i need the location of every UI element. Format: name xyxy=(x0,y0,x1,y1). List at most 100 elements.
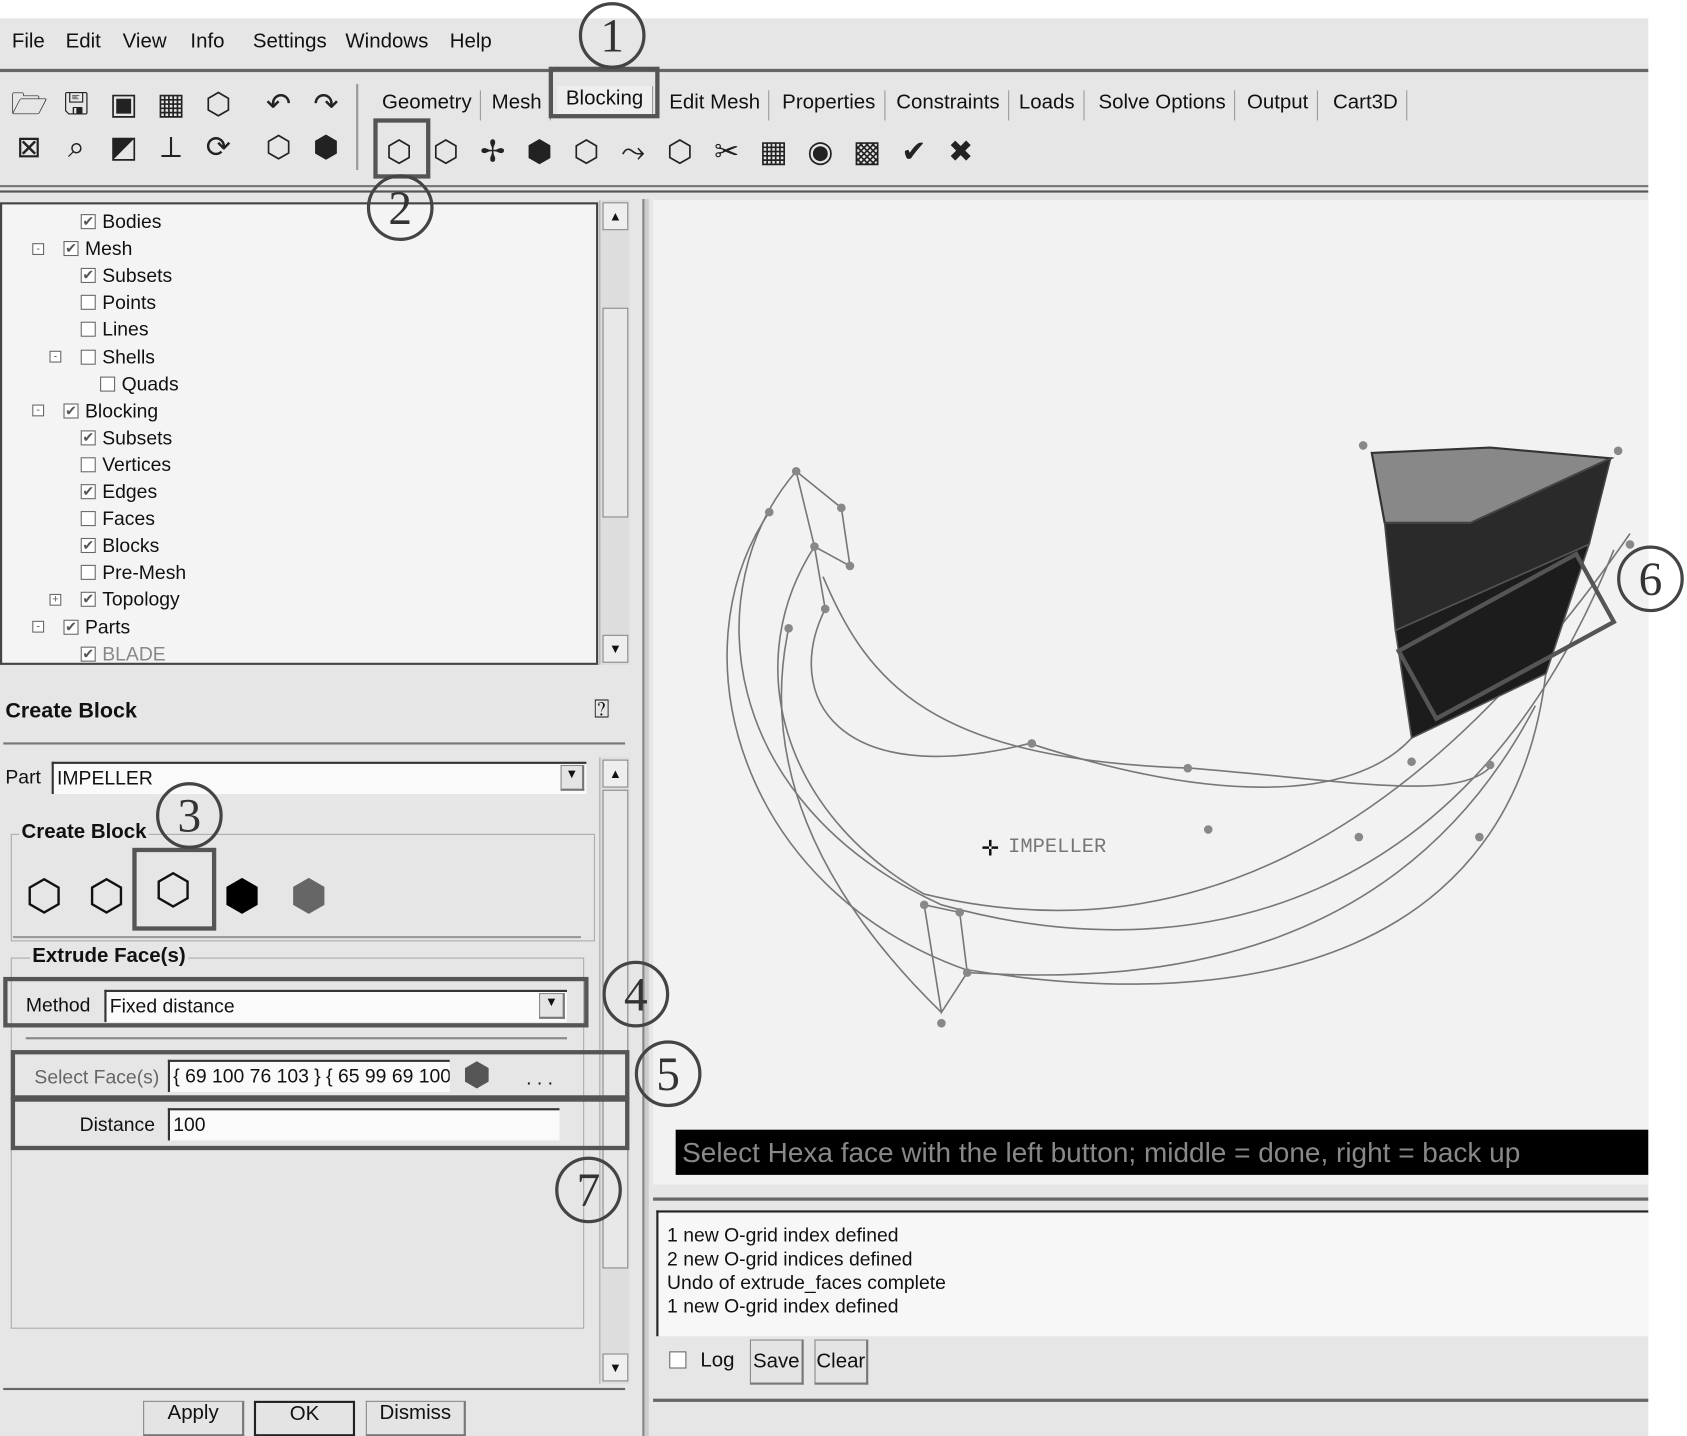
visibility-checkbox[interactable] xyxy=(80,322,96,338)
expander-icon[interactable]: - xyxy=(32,242,45,255)
scroll-up-button[interactable]: ▲ xyxy=(602,202,629,231)
menu-file[interactable]: File xyxy=(12,30,45,54)
visibility-checkbox[interactable]: ✔ xyxy=(80,214,96,230)
apply-button[interactable]: Apply xyxy=(143,1400,245,1436)
visibility-checkbox[interactable]: ✔ xyxy=(80,484,96,500)
initialize-block-icon[interactable]: ⬡ xyxy=(17,867,71,925)
transform-blocks-icon[interactable]: ⬡ xyxy=(662,133,699,170)
tree-item[interactable]: ✔ Blocks xyxy=(49,533,159,559)
log-checkbox[interactable] xyxy=(669,1351,687,1369)
scroll-down-button[interactable]: ▼ xyxy=(602,1353,629,1382)
scroll-up-button[interactable]: ▲ xyxy=(602,759,629,788)
visibility-checkbox[interactable]: ✔ xyxy=(80,646,96,662)
tree-item[interactable]: + ✔ Topology xyxy=(49,587,180,613)
merge-vertices-icon[interactable]: ✢ xyxy=(474,133,511,170)
delete-block-icon[interactable]: ✖ xyxy=(942,133,979,170)
solid-shade-icon[interactable]: ⬢ xyxy=(308,129,345,166)
tree-item[interactable]: Lines xyxy=(49,317,149,343)
pre-mesh-quality-icon[interactable]: ◉ xyxy=(802,133,839,170)
tree-item[interactable]: ✔ Bodies xyxy=(49,209,161,235)
expander-icon[interactable]: - xyxy=(32,620,45,633)
split-block-icon[interactable]: ⬡ xyxy=(428,133,465,170)
save-button[interactable]: Save xyxy=(749,1339,804,1385)
tree-scrollbar[interactable]: ▲ ▼ xyxy=(599,200,630,665)
tab-loads[interactable]: Loads xyxy=(1010,90,1085,121)
tab-solve-options[interactable]: Solve Options xyxy=(1090,90,1236,121)
lcs-icon[interactable]: ⟂ xyxy=(153,129,190,166)
help-icon[interactable]: ⍰ xyxy=(594,695,609,725)
from-vertices-icon[interactable]: ⬡ xyxy=(80,867,134,925)
undo-icon[interactable]: ↶ xyxy=(260,86,297,123)
pre-mesh-params-icon[interactable]: ▦ xyxy=(755,133,792,170)
check-blocks-icon[interactable]: ✔ xyxy=(896,133,933,170)
wireframe-shade-icon[interactable]: ⬡ xyxy=(260,129,297,166)
visibility-checkbox[interactable] xyxy=(80,565,96,581)
redo-icon[interactable]: ↷ xyxy=(308,86,345,123)
expander-icon[interactable]: - xyxy=(32,404,45,417)
menu-settings[interactable]: Settings xyxy=(253,30,327,54)
menu-help[interactable]: Help xyxy=(450,30,492,54)
scroll-down-button[interactable]: ▼ xyxy=(602,634,629,663)
tab-mesh[interactable]: Mesh xyxy=(483,90,552,121)
visibility-checkbox[interactable]: ✔ xyxy=(63,619,79,635)
tree-item[interactable]: ✔ Subsets xyxy=(49,425,172,451)
visibility-checkbox[interactable] xyxy=(80,511,96,527)
ok-button[interactable]: OK xyxy=(253,1400,356,1436)
blocking-save-icon[interactable]: ⬡ xyxy=(200,86,237,123)
visibility-checkbox[interactable] xyxy=(80,457,96,473)
tree-item[interactable]: - ✔ Blocking xyxy=(32,398,158,424)
clear-button[interactable]: Clear xyxy=(814,1339,869,1385)
tree-item[interactable]: Points xyxy=(49,290,156,316)
move-vertex-icon[interactable]: ⤳ xyxy=(615,133,652,170)
chevron-down-icon[interactable]: ▼ xyxy=(560,764,585,791)
visibility-checkbox[interactable]: ✔ xyxy=(63,403,79,419)
tree-item[interactable]: Vertices xyxy=(49,452,171,478)
fit-window-icon[interactable]: ⊠ xyxy=(11,129,48,166)
zoom-icon[interactable]: ⌕ xyxy=(58,129,95,166)
visibility-checkbox[interactable]: ✔ xyxy=(80,538,96,554)
measure-icon[interactable]: ◩ xyxy=(105,129,142,166)
menu-view[interactable]: View xyxy=(123,30,167,54)
tree-item[interactable]: ✔ Edges xyxy=(49,479,157,505)
tab-properties[interactable]: Properties xyxy=(774,90,886,121)
3d-from-2d-icon[interactable]: ⬢ xyxy=(282,867,336,925)
menu-edit[interactable]: Edit xyxy=(66,30,101,54)
edit-edge-icon[interactable]: ✂ xyxy=(708,133,745,170)
tab-geometry[interactable]: Geometry xyxy=(373,90,482,121)
tree-item[interactable]: Quads xyxy=(69,371,179,397)
visibility-checkbox[interactable]: ✔ xyxy=(63,241,79,257)
open-folder-icon[interactable]: 🗁 xyxy=(11,86,48,123)
edit-block-icon[interactable]: ⬢ xyxy=(521,133,558,170)
visibility-checkbox[interactable]: ✔ xyxy=(80,268,96,284)
expander-icon[interactable]: - xyxy=(49,350,62,363)
visibility-checkbox[interactable] xyxy=(80,349,96,365)
menu-windows[interactable]: Windows xyxy=(345,30,428,54)
tree-item[interactable]: ✔ Subsets xyxy=(49,263,172,289)
geometry-save-icon[interactable]: ▣ xyxy=(105,86,142,123)
tree-item[interactable]: Faces xyxy=(49,506,155,532)
refresh-icon[interactable]: ⟳ xyxy=(200,129,237,166)
expander-icon[interactable]: + xyxy=(49,593,62,606)
visibility-checkbox[interactable] xyxy=(100,376,116,392)
visibility-checkbox[interactable]: ✔ xyxy=(80,430,96,446)
scroll-thumb[interactable] xyxy=(602,307,629,518)
dismiss-button[interactable]: Dismiss xyxy=(365,1400,466,1436)
visibility-checkbox[interactable]: ✔ xyxy=(80,592,96,608)
2d-to-3d-icon[interactable]: ⬢ xyxy=(215,867,269,925)
part-select[interactable]: IMPELLER xyxy=(51,761,587,795)
menu-info[interactable]: Info xyxy=(190,30,224,54)
tree-item[interactable]: ✔ BLADE xyxy=(49,641,166,663)
mesh-save-icon[interactable]: ▦ xyxy=(153,86,190,123)
associate-icon[interactable]: ⬡ xyxy=(568,133,605,170)
save-icon[interactable]: 🖫 xyxy=(58,86,95,123)
tab-cart3d[interactable]: Cart3D xyxy=(1324,90,1408,121)
visibility-checkbox[interactable] xyxy=(80,295,96,311)
panel-splitter[interactable] xyxy=(642,199,649,1436)
tree-item[interactable]: Pre-Mesh xyxy=(49,560,186,586)
tree-item[interactable]: - ✔ Mesh xyxy=(32,236,132,262)
tab-constraints[interactable]: Constraints xyxy=(888,90,1010,121)
tree-item[interactable]: - ✔ Parts xyxy=(32,614,130,640)
tree-item[interactable]: - Shells xyxy=(49,344,155,370)
tab-edit-mesh[interactable]: Edit Mesh xyxy=(661,90,770,121)
tab-output[interactable]: Output xyxy=(1238,90,1319,121)
